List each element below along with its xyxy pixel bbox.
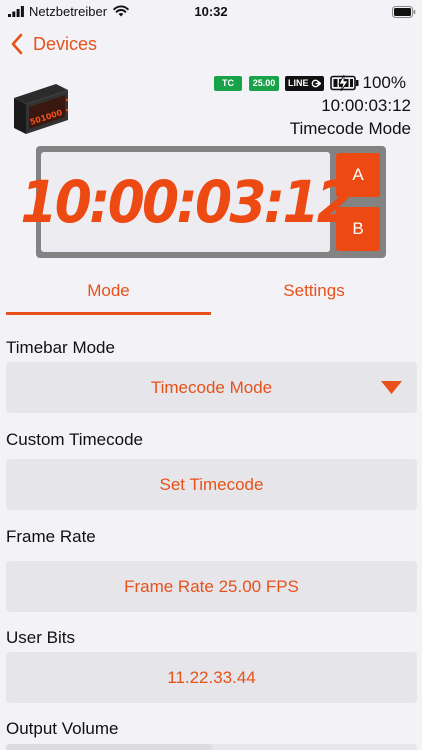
timecode-display-digits: 10:00:03:12 (20, 168, 353, 236)
timecode-display-screen: 10:00:03:12 (20, 152, 354, 252)
output-volume-slider[interactable] (6, 744, 417, 750)
tc-badge: TC (214, 75, 242, 91)
timecode-readout: 10:00:03:12 (321, 96, 411, 115)
bank-a-button[interactable]: A (336, 153, 380, 197)
set-timecode-button[interactable]: Set Timecode (6, 459, 417, 510)
battery-icon (392, 6, 416, 18)
fps-badge: 25.00 (249, 75, 279, 91)
line-badge: LINE (285, 75, 324, 91)
line-output-icon (311, 79, 321, 87)
custom-timecode-label: Custom Timecode (6, 430, 143, 449)
device-status-badges: TC 25.00 LINE 100% (214, 73, 406, 92)
frame-rate-label: Frame Rate (6, 527, 96, 546)
back-button-label: Devices (33, 33, 98, 54)
user-bits-button[interactable]: 11.22.33.44 (6, 652, 417, 703)
output-volume-fill (6, 744, 212, 750)
timebar-mode-label: Timebar Mode (6, 338, 115, 357)
frame-rate-button[interactable]: Frame Rate 25.00 FPS (6, 561, 417, 612)
back-chevron-icon (11, 33, 23, 55)
output-volume-label: Output Volume (6, 719, 119, 738)
battery-charging-icon (329, 75, 359, 91)
dropdown-triangle-icon (381, 381, 402, 394)
device-thumbnail: 501000 (14, 84, 69, 134)
tab-bar: Mode Settings (6, 276, 417, 316)
back-button[interactable]: Devices (10, 31, 97, 57)
timecode-display: 10:00:03:12 A B (20, 146, 386, 258)
timebar-mode-value: Timecode Mode (150, 377, 273, 397)
status-bar: Netzbetreiber 10:32 (0, 0, 422, 24)
line-badge-label: LINE (288, 77, 309, 88)
tab-mode[interactable]: Mode (6, 276, 211, 316)
bank-b-button[interactable]: B (336, 207, 380, 251)
timebar-mode-dropdown[interactable]: Timecode Mode (6, 362, 417, 413)
status-time: 10:32 (194, 4, 228, 19)
tab-settings[interactable]: Settings (211, 276, 417, 316)
battery-percentage: 100% (362, 73, 406, 92)
mode-readout: Timecode Mode (289, 119, 411, 138)
user-bits-label: User Bits (6, 628, 75, 647)
tab-selected-indicator (6, 312, 211, 315)
